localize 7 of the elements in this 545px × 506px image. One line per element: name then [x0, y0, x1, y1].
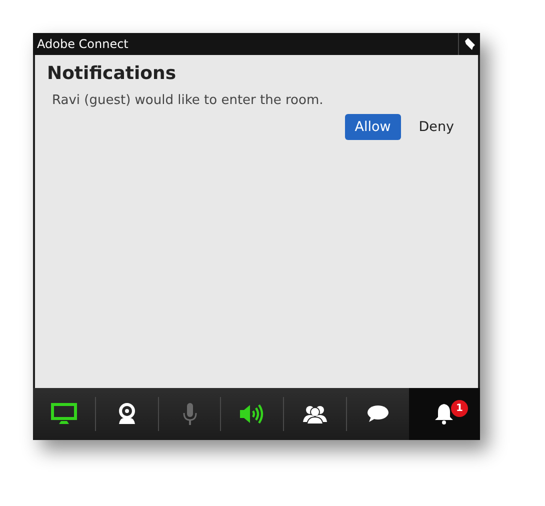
panel-title: Notifications [47, 63, 178, 85]
count-badge: 1 [450, 400, 468, 417]
window-title: Adobe Connect [37, 38, 128, 50]
allow-button[interactable]: Allow [344, 114, 401, 140]
notifications-tool-button[interactable]: 1 [408, 388, 480, 440]
deny-button[interactable]: Deny [408, 114, 464, 140]
notification-message: Ravi (guest) would like to enter the room. [52, 92, 324, 110]
